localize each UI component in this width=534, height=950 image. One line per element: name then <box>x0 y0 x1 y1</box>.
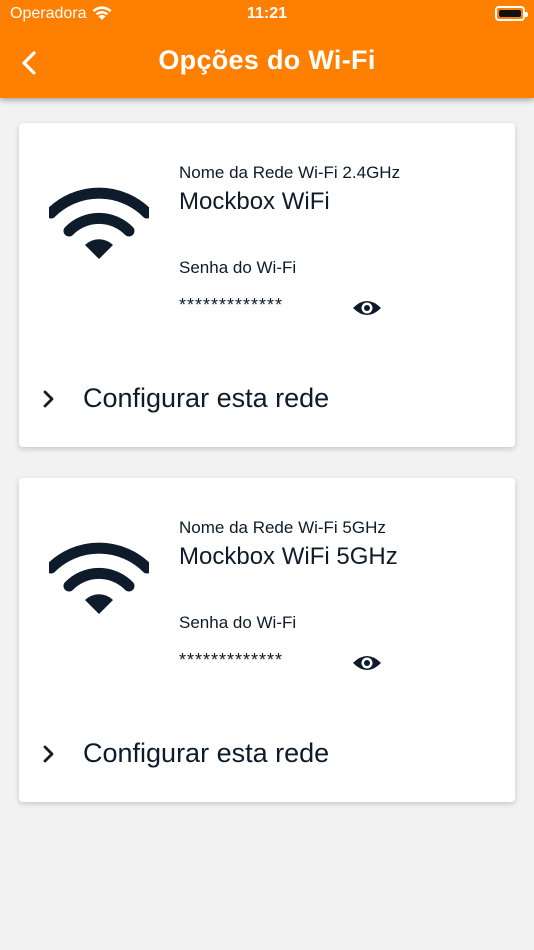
configure-network-button[interactable]: Configurar esta rede <box>39 736 399 772</box>
password-label: Senha do Wi-Fi <box>179 258 297 277</box>
page-title: Opções do Wi-Fi <box>158 45 376 75</box>
top-bar: Operadora 11:21 Opções do Wi-Fi <box>0 0 534 98</box>
configure-network-label: Configurar esta rede <box>83 383 330 413</box>
eye-icon[interactable] <box>352 651 382 675</box>
wifi-icon <box>49 187 149 259</box>
battery-icon <box>495 6 528 21</box>
configure-network-button[interactable]: Configurar esta rede <box>39 381 399 417</box>
network-name: Mockbox WiFi 5GHz <box>179 543 398 570</box>
eye-icon[interactable] <box>352 296 382 320</box>
status-time: 11:21 <box>246 5 288 22</box>
network-label: Nome da Rede Wi-Fi 5GHz <box>179 518 386 537</box>
network-card-5ghz: Nome da Rede Wi-Fi 5GHz Mockbox WiFi 5GH… <box>19 478 515 802</box>
configure-network-label: Configurar esta rede <box>83 738 330 768</box>
password-value: ************* <box>179 650 284 670</box>
network-card-2-4ghz: Nome da Rede Wi-Fi 2.4GHz Mockbox WiFi S… <box>19 123 515 447</box>
network-label: Nome da Rede Wi-Fi 2.4GHz <box>179 163 401 182</box>
chevron-right-icon <box>43 745 54 763</box>
chevron-right-icon <box>43 390 54 408</box>
status-bar: Operadora 11:21 <box>0 0 534 28</box>
wifi-icon <box>49 542 149 614</box>
password-label: Senha do Wi-Fi <box>179 613 297 632</box>
password-value: ************* <box>179 295 284 315</box>
network-name: Mockbox WiFi <box>179 188 330 215</box>
